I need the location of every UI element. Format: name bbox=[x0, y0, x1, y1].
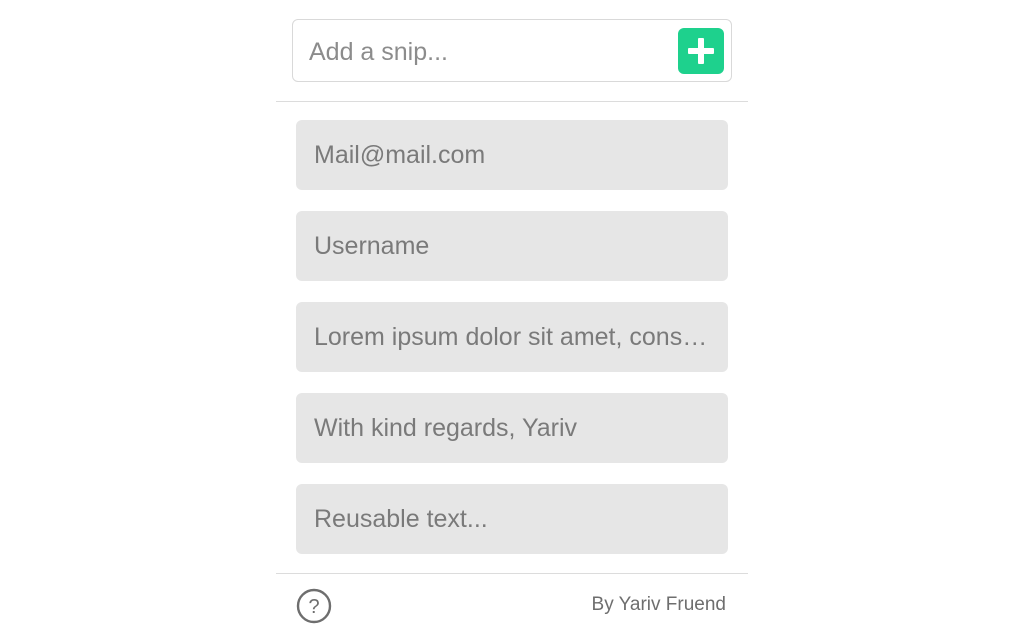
snip-item[interactable]: Lorem ipsum dolor sit amet, consectetur … bbox=[296, 302, 728, 372]
snip-text: Mail@mail.com bbox=[314, 140, 486, 169]
snip-item[interactable]: Mail@mail.com bbox=[296, 120, 728, 190]
header-divider bbox=[276, 101, 748, 102]
snip-text: With kind regards, Yariv bbox=[314, 413, 578, 442]
footer-divider bbox=[276, 573, 748, 574]
question-circle-icon: ? bbox=[296, 588, 332, 624]
snip-text: Lorem ipsum dolor sit amet, consectetur … bbox=[314, 322, 710, 351]
help-button[interactable]: ? bbox=[296, 588, 332, 624]
add-snip-input[interactable] bbox=[307, 30, 671, 74]
snip-item[interactable]: Reusable text... bbox=[296, 484, 728, 554]
snip-item[interactable]: With kind regards, Yariv bbox=[296, 393, 728, 463]
snip-item[interactable]: Username bbox=[296, 211, 728, 281]
add-snip-bar bbox=[292, 19, 732, 82]
add-snip-button[interactable] bbox=[678, 28, 724, 74]
author-credit: By Yariv Fruend bbox=[591, 594, 726, 615]
plus-icon bbox=[688, 38, 714, 64]
snip-list: Mail@mail.com Username Lorem ipsum dolor… bbox=[296, 120, 728, 575]
svg-text:?: ? bbox=[308, 596, 319, 618]
snip-text: Username bbox=[314, 231, 430, 260]
snips-panel: Mail@mail.com Username Lorem ipsum dolor… bbox=[276, 0, 748, 638]
snip-text: Reusable text... bbox=[314, 504, 488, 533]
